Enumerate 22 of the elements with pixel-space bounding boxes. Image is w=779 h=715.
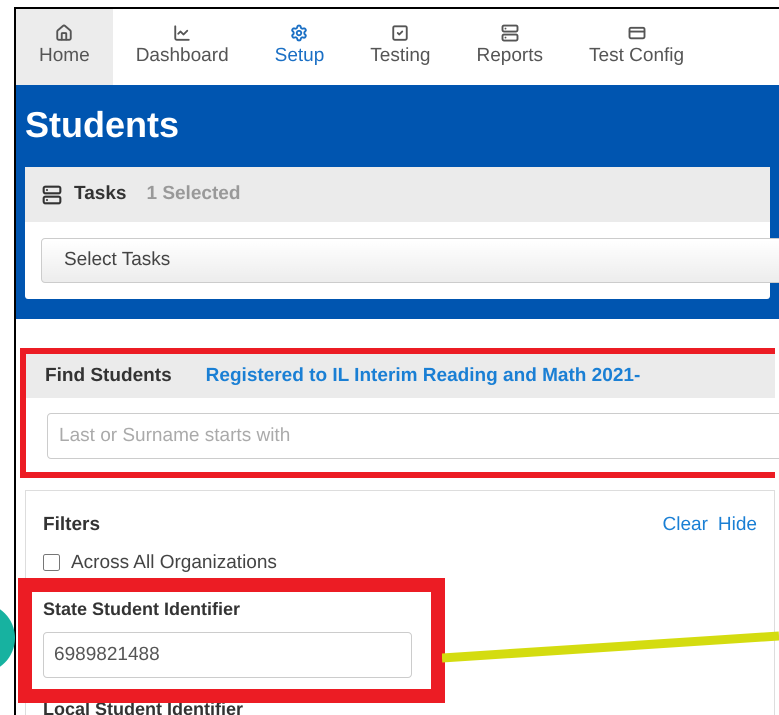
- surname-search-field[interactable]: Last or Surname starts with: [47, 413, 779, 459]
- checkbox[interactable]: [43, 554, 60, 572]
- filter-action-link[interactable]: Clear: [662, 511, 708, 540]
- find-students-title: Find Students: [45, 364, 172, 388]
- filter-action-link[interactable]: Hide: [718, 511, 757, 540]
- filters-title: Filters: [43, 513, 100, 537]
- field-label: Local Student Identifier: [43, 698, 244, 715]
- selected-count: 1 Selected: [146, 182, 240, 206]
- checkbox-label: Across All Organizations: [71, 550, 277, 574]
- page-title: Students: [25, 103, 180, 147]
- nav-tab[interactable]: Home: [16, 9, 113, 85]
- field-label: State Student Identifier: [43, 598, 242, 621]
- home-icon: [55, 24, 74, 42]
- gear-icon: [290, 24, 308, 42]
- registered-filter-link[interactable]: Registered to IL Interim Reading and Math 2021-: [206, 362, 640, 390]
- line-chart-icon: [173, 24, 192, 42]
- identifier-field[interactable]: 6989821488: [43, 632, 412, 678]
- tasks-icon: [42, 184, 62, 204]
- tasks-title: Tasks: [74, 182, 126, 206]
- stacked-bars-icon: [500, 24, 519, 42]
- select-tasks-button[interactable]: Select Tasks: [41, 238, 779, 283]
- checkbox-icon: [391, 24, 410, 42]
